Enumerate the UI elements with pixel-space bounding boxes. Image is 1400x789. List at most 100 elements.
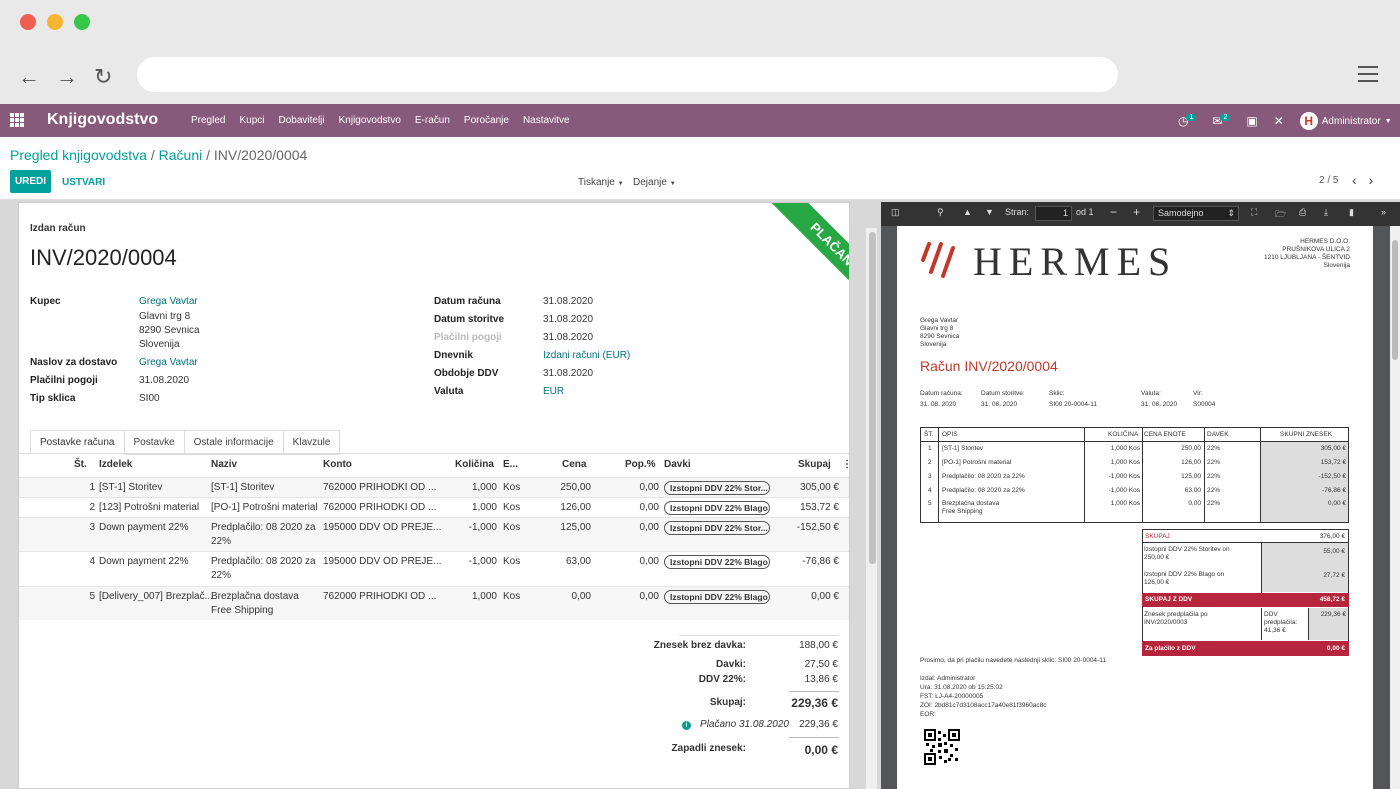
journal-link[interactable]: Izdani računi (EUR) [543,350,630,361]
col-header-price[interactable]: Cena [562,459,586,470]
currency-link[interactable]: EUR [543,386,564,397]
tools-menu-icon[interactable]: » [1381,207,1386,217]
apps-grid-icon[interactable] [10,113,24,127]
column-options-icon[interactable]: ⋮ [842,459,849,470]
col-header-discount[interactable]: Pop.% [625,459,656,470]
caret-down-icon: ▼ [617,181,624,187]
find-icon[interactable]: ⚲ [937,207,944,218]
company-name: HERMES D.O.O. [1300,238,1350,245]
pdf-tax1-value: 55,00 € [1323,548,1345,555]
vat-label: DDV 22%: [698,674,746,685]
pager-previous-icon[interactable]: ‹ [1352,172,1369,188]
edit-button[interactable]: UREDI [10,170,51,193]
gift-icon[interactable]: ▣ [1246,114,1257,128]
bookmark-icon[interactable]: ▮ [1349,207,1354,218]
menu-item-pregled[interactable]: Pregled [191,115,225,126]
app-title[interactable]: Knjigovodstvo [47,111,158,129]
chat-bubble-icon[interactable]: ✉2 [1212,114,1231,128]
menu-item-e-racun[interactable]: E-račun [415,115,450,126]
cell-product: Down payment 22% [99,522,189,533]
zoom-out-icon[interactable]: − [1110,205,1117,219]
breadcrumb-overview[interactable]: Pregled knjigovodstva [10,147,147,163]
tax-tag[interactable]: Izstopni DDV 22% Blago [664,501,770,515]
customer-country: Slovenija [139,339,180,350]
page-number-input[interactable]: 1 [1035,206,1072,221]
pdf-reference: Sklic: SI00 20-0004-11 [1049,390,1097,409]
col-header-product[interactable]: Izdelek [99,459,132,470]
table-row[interactable]: 2 [123] Potrošni material [PO-1] Potrošni … [19,497,849,517]
taxes-value: 27,50 € [804,659,838,670]
col-header-subtotal[interactable]: Skupaj [798,459,831,470]
pdf-source-label: Vir: [1193,390,1203,397]
pdf-issued-by: Izdal: Administrator [920,675,976,682]
col-header-label[interactable]: Naziv [211,459,237,470]
activity-clock-icon[interactable]: ◷1 [1178,114,1197,128]
sidebar-toggle-icon[interactable]: ◫ [891,207,900,218]
pdf-scrollbar-thumb[interactable] [1392,240,1398,360]
zoom-select[interactable]: Samodejno ⇕ [1153,206,1239,221]
minimize-window-button[interactable] [47,14,63,30]
pdf-zoi: ZOI: 2bd81c7d3108acc17a40e81f3960ac8c [920,702,1047,709]
caret-down-icon: ▼ [669,181,676,187]
tax-tag[interactable]: Izstopni DDV 22% Stor... [664,521,770,535]
menu-item-nastavitve[interactable]: Nastavitve [523,115,570,126]
col-header-taxes[interactable]: Davki [664,459,691,470]
total-value: 229,36 € [791,696,838,710]
print-dropdown[interactable]: Tiskanje ▼ [578,177,624,188]
table-row[interactable]: 1 [ST-1] Storitev [ST-1] Storitev 762000 PR… [19,477,849,497]
user-menu[interactable]: H Administrator ▼ [1299,112,1392,130]
reload-icon[interactable]: ↻ [94,64,112,90]
breadcrumb-invoices[interactable]: Računi [159,147,203,163]
action-dropdown[interactable]: Dejanje ▼ [633,177,676,188]
cell-label: [ST-1] Storitev [211,481,274,495]
menu-item-dobavitelji[interactable]: Dobavitelji [278,115,324,126]
tax-tag[interactable]: Izstopni DDV 22% Blago [664,555,770,569]
hamburger-menu-icon[interactable] [1358,66,1378,87]
form-scrollbar-thumb[interactable] [869,232,876,564]
close-window-button[interactable] [20,14,36,30]
pager-value[interactable]: 2 / 5 [1319,175,1338,186]
download-icon[interactable]: ⤓ [1324,207,1328,218]
pdf-customer-city: 8290 Sevnica [920,333,960,340]
cell-label-line: [ST-1] Storitev [211,482,275,493]
payment-terms-right-value: 31.08.2020 [543,332,594,343]
forward-arrow-icon[interactable]: → [56,64,78,90]
pager-next-icon[interactable]: › [1369,172,1386,188]
maximize-window-button[interactable] [74,14,90,30]
col-header-account[interactable]: Konto [323,459,352,470]
cell-account: 762000 PRIHODKI OD ... [323,502,437,513]
tab-journal-items[interactable]: Postavke [123,430,185,455]
address-bar[interactable] [137,57,1118,92]
table-row[interactable]: 5 [Delivery_007] Brezplač... Brezplačna do… [19,586,849,620]
back-arrow-icon[interactable]: ← [18,64,40,90]
col-header-uom[interactable]: E... [503,459,518,470]
col-header-quantity[interactable]: Količina [455,459,494,470]
tab-other-info[interactable]: Ostale informacije [183,430,284,455]
menu-item-porocanje[interactable]: Poročanje [464,115,509,126]
pdf-dp-vat-line2: predplačila: [1264,619,1298,626]
next-page-icon[interactable]: ▼ [985,207,994,217]
tax-tag[interactable]: Izstopni DDV 22% Blago [664,590,770,604]
create-button[interactable]: USTVARI [62,177,105,188]
tab-clauses[interactable]: Klavzule [282,430,341,455]
cell-label: Predplačilo: 08 2020 za 22% [211,555,316,583]
shipping-address-link[interactable]: Grega Vavtar [139,357,198,368]
table-row[interactable]: 4 Down payment 22% Predplačilo: 08 2020 za… [19,551,849,586]
fullscreen-icon[interactable]: ⛶ [1251,207,1257,218]
menu-item-kupci[interactable]: Kupci [239,115,264,126]
menu-item-knjigovodstvo[interactable]: Knjigovodstvo [339,115,401,126]
customer-link[interactable]: Grega Vavtar [139,296,198,307]
col-header-no[interactable]: Št. [74,459,87,470]
pdf-cell-no: 1 [928,445,932,452]
tab-invoice-lines[interactable]: Postavke računa [30,430,125,455]
zoom-in-icon[interactable]: + [1133,205,1140,219]
main-menu: Pregled Kupci Dobavitelji Knjigovodstvo … [191,115,570,126]
print-icon[interactable]: ⎙ [1299,207,1306,218]
cell-price: 126,00 [560,502,591,513]
open-file-icon[interactable]: 🗁 [1275,207,1286,223]
tax-tag[interactable]: Izstopni DDV 22% Stor... [664,481,770,495]
table-row[interactable]: 3 Down payment 22% Predplačilo: 08 2020 za… [19,517,849,551]
debug-tools-icon[interactable]: ✕ [1274,114,1284,128]
user-avatar: H [1299,112,1318,130]
previous-page-icon[interactable]: ▲ [963,207,972,217]
